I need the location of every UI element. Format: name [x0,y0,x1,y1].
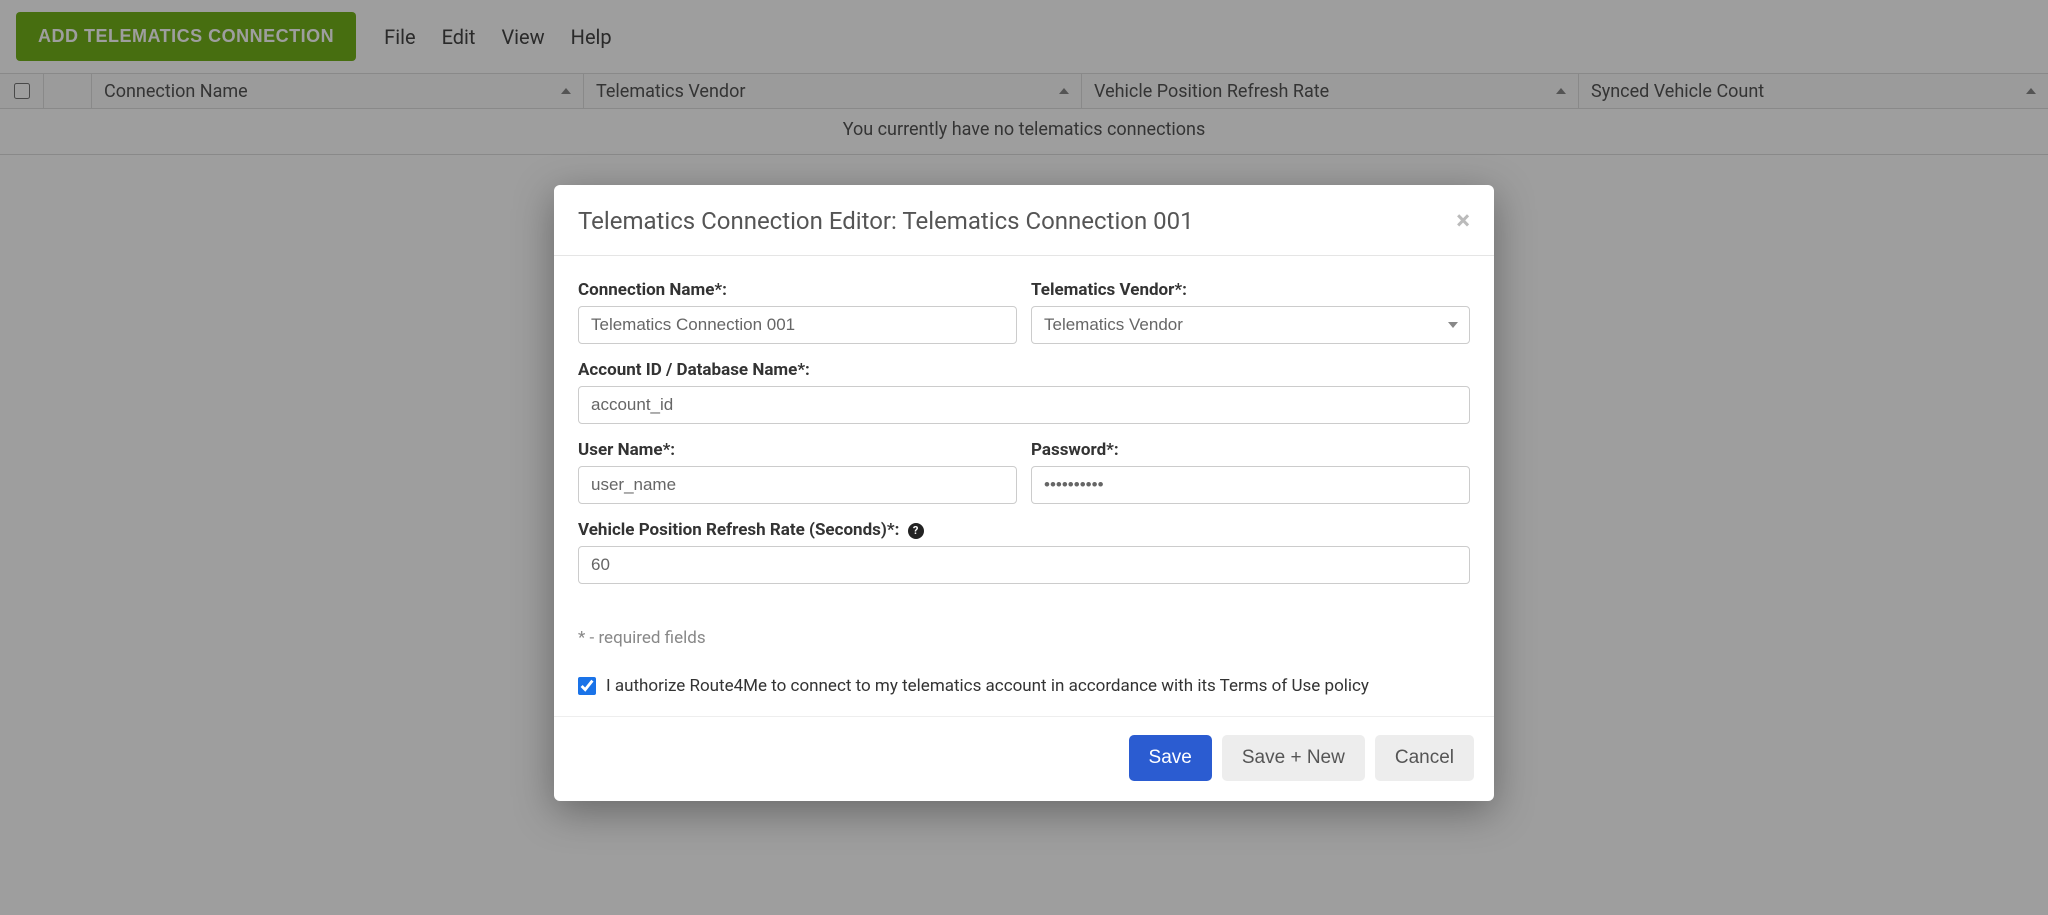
modal-overlay: Telematics Connection Editor: Telematics… [0,0,2048,915]
cancel-button[interactable]: Cancel [1375,735,1474,781]
authorize-checkbox[interactable] [578,677,596,695]
modal-footer: Save Save + New Cancel [554,716,1494,801]
save-button[interactable]: Save [1129,735,1212,781]
save-new-button[interactable]: Save + New [1222,735,1365,781]
password-label: Password*: [1031,440,1470,460]
modal-header: Telematics Connection Editor: Telematics… [554,185,1494,256]
telematics-editor-modal: Telematics Connection Editor: Telematics… [554,185,1494,801]
telematics-vendor-select[interactable] [1031,306,1470,344]
authorize-row: I authorize Route4Me to connect to my te… [578,676,1470,696]
telematics-vendor-label: Telematics Vendor*: [1031,280,1470,300]
authorize-text: I authorize Route4Me to connect to my te… [606,676,1369,696]
close-icon[interactable]: × [1456,208,1470,234]
modal-body: Connection Name*: Telematics Vendor*: Ac… [554,256,1494,716]
connection-name-input[interactable] [578,306,1017,344]
refresh-rate-label: Vehicle Position Refresh Rate (Seconds)*… [578,520,1470,540]
connection-name-label: Connection Name*: [578,280,1017,300]
required-fields-note: * - required fields [578,628,1470,648]
modal-title: Telematics Connection Editor: Telematics… [578,207,1194,235]
help-icon[interactable]: ? [908,523,924,539]
refresh-rate-input[interactable] [578,546,1470,584]
user-name-input[interactable] [578,466,1017,504]
account-id-input[interactable] [578,386,1470,424]
account-id-label: Account ID / Database Name*: [578,360,1470,380]
refresh-rate-label-text: Vehicle Position Refresh Rate (Seconds)*… [578,520,899,540]
password-input[interactable] [1031,466,1470,504]
user-name-label: User Name*: [578,440,1017,460]
